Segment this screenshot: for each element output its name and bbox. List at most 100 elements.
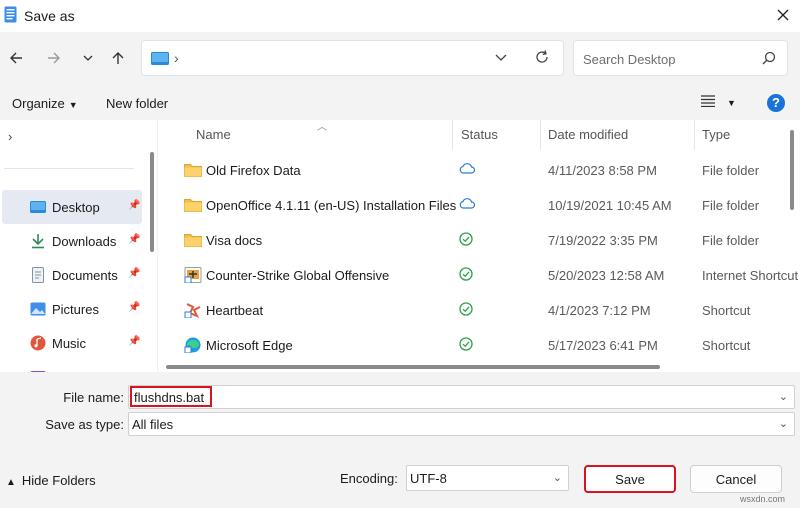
column-divider[interactable]	[694, 120, 695, 150]
file-row[interactable]: Counter-Strike Global Offensive 5/20/202…	[162, 258, 798, 293]
column-type[interactable]: Type	[702, 127, 730, 142]
file-name: Old Firefox Data	[206, 163, 301, 178]
file-date: 7/19/2022 3:35 PM	[548, 233, 658, 248]
file-name: Microsoft Edge	[206, 338, 293, 353]
file-row[interactable]: Visa docs 7/19/2022 3:35 PM File folder	[162, 223, 782, 258]
search-icon	[762, 51, 776, 65]
desktop-icon	[151, 52, 169, 65]
desktop-icon	[30, 201, 46, 213]
file-row[interactable]: OpenOffice 4.1.11 (en-US) Installation F…	[162, 188, 782, 223]
file-date: 4/11/2023 8:58 PM	[548, 163, 657, 178]
file-type: File folder	[702, 163, 760, 178]
expand-chevron-icon[interactable]: ›	[8, 129, 12, 144]
edge-icon	[184, 337, 201, 353]
save-as-type-select[interactable]: All files ⌄	[128, 412, 795, 436]
sidebar-item-label: Downloads	[52, 233, 117, 249]
close-button[interactable]	[770, 4, 796, 26]
file-type: Internet Shortcut	[702, 268, 799, 283]
back-button[interactable]	[4, 46, 28, 70]
refresh-icon[interactable]	[534, 49, 550, 65]
search-box[interactable]: Search Desktop	[573, 40, 788, 76]
file-row[interactable]: Old Firefox Data 4/11/2023 8:58 PM File …	[162, 153, 782, 188]
arrow-up-icon	[112, 52, 124, 64]
pin-icon[interactable]: 📌	[128, 302, 140, 313]
sidebar-item-pictures[interactable]: Pictures 📌	[2, 292, 142, 326]
pin-icon[interactable]: 📌	[128, 268, 140, 279]
file-row[interactable]: Microsoft Edge 5/17/2023 6:41 PM Shortcu…	[162, 328, 782, 363]
pin-icon[interactable]: 📌	[128, 200, 140, 211]
column-date-modified[interactable]: Date modified	[548, 127, 628, 142]
pin-icon[interactable]: 📌	[128, 234, 140, 245]
file-row[interactable]: Heartbeat 4/1/2023 7:12 PM Shortcut	[162, 293, 782, 328]
sidebar-item-label: Documents	[52, 267, 118, 283]
organize-menu[interactable]: Organize ▼	[12, 96, 78, 111]
recent-locations-button[interactable]	[76, 46, 100, 70]
file-name: Heartbeat	[206, 303, 264, 318]
column-divider[interactable]	[452, 120, 453, 150]
nav-divider	[4, 168, 134, 169]
new-folder-button[interactable]: New folder	[106, 96, 168, 111]
file-type: Shortcut	[702, 303, 751, 318]
heartbeat-shortcut-icon	[184, 303, 201, 318]
chevron-down-icon	[83, 55, 93, 61]
caret-down-icon: ▼	[727, 98, 736, 108]
column-divider[interactable]	[540, 120, 541, 150]
save-as-type-value: All files	[132, 417, 174, 432]
sidebar-item-label: Music	[52, 335, 86, 351]
breadcrumb-separator: ›	[174, 50, 179, 66]
window-title: Save as	[24, 8, 75, 24]
file-name: Visa docs	[206, 233, 263, 248]
search-placeholder[interactable]: Search Desktop	[583, 52, 676, 67]
chevron-down-icon[interactable]	[494, 50, 508, 64]
hide-folders-label: Hide Folders	[21, 473, 96, 488]
horizontal-scrollbar[interactable]	[166, 365, 660, 369]
sidebar-item-documents[interactable]: Documents 📌	[2, 258, 142, 292]
save-button[interactable]: Save	[584, 465, 676, 493]
file-date: 5/20/2023 12:58 AM	[548, 268, 665, 283]
encoding-value: UTF-8	[410, 471, 447, 486]
chevron-down-icon[interactable]: ⌄	[779, 390, 788, 403]
sidebar-item-music[interactable]: Music 📌	[2, 326, 142, 360]
help-button[interactable]: ?	[767, 94, 785, 112]
music-icon	[30, 335, 46, 351]
encoding-label: Encoding:	[340, 471, 398, 486]
cancel-button[interactable]: Cancel	[690, 465, 782, 493]
column-status[interactable]: Status	[461, 127, 498, 142]
address-bar[interactable]: ›	[141, 40, 564, 76]
list-view-icon	[701, 95, 715, 108]
nav-scrollbar[interactable]	[150, 152, 154, 252]
sort-ascending-icon: ︿	[317, 122, 327, 133]
column-header: ︿ Name Status Date modified Type	[162, 120, 800, 150]
arrow-right-icon	[48, 52, 60, 64]
chevron-down-icon[interactable]: ⌄	[779, 417, 788, 430]
documents-icon	[32, 267, 44, 283]
navigation-pane: › Desktop 📌 Downloads 📌 Documents 📌 Pict…	[0, 120, 158, 372]
sidebar-item-downloads[interactable]: Downloads 📌	[2, 224, 142, 258]
sidebar-item-desktop[interactable]: Desktop 📌	[2, 190, 142, 224]
notepad-icon	[4, 6, 17, 23]
file-date: 4/1/2023 7:12 PM	[548, 303, 651, 318]
synced-check-icon	[459, 232, 473, 246]
chevron-down-icon[interactable]: ⌄	[553, 471, 562, 484]
file-name-field[interactable]: flushdns.bat ⌄	[128, 385, 795, 409]
sidebar-item-videos[interactable]: Vi	[2, 360, 142, 372]
forward-button[interactable]	[42, 46, 66, 70]
file-date: 5/17/2023 6:41 PM	[548, 338, 658, 353]
file-type: File folder	[702, 198, 760, 213]
close-icon	[777, 9, 789, 21]
sidebar-item-label: Pictures	[52, 301, 99, 317]
file-name: OpenOffice 4.1.11 (en-US) Installation F…	[206, 198, 457, 213]
vertical-scrollbar[interactable]	[790, 130, 794, 210]
arrow-left-icon	[10, 52, 22, 64]
organize-label: Organize	[12, 96, 65, 111]
up-button[interactable]	[106, 46, 130, 70]
hide-folders-button[interactable]: ▲ Hide Folders	[6, 473, 96, 488]
file-name: Counter-Strike Global Offensive	[206, 268, 390, 283]
encoding-select[interactable]: UTF-8 ⌄	[406, 465, 569, 491]
view-options-button[interactable]: ▼	[701, 95, 736, 110]
pin-icon[interactable]: 📌	[128, 336, 140, 347]
file-type: Shortcut	[702, 338, 751, 353]
column-name[interactable]: Name	[196, 127, 231, 142]
caret-down-icon: ▼	[68, 100, 78, 110]
csgo-shortcut-icon	[184, 267, 202, 283]
